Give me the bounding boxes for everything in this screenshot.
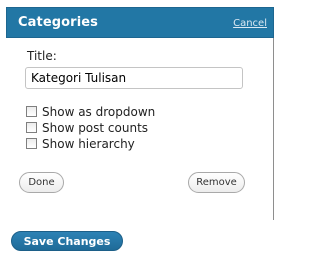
show-hierarchy-option[interactable]: Show hierarchy bbox=[26, 136, 135, 151]
show-post-counts-checkbox[interactable] bbox=[26, 122, 37, 133]
save-changes-button[interactable]: Save Changes bbox=[11, 231, 123, 251]
title-input[interactable] bbox=[25, 67, 243, 89]
widget-header: Categories Cancel bbox=[6, 7, 274, 38]
show-hierarchy-label[interactable]: Show hierarchy bbox=[42, 137, 135, 151]
done-button[interactable]: Done bbox=[19, 172, 64, 193]
cancel-link[interactable]: Cancel bbox=[233, 18, 267, 29]
widget-title: Categories bbox=[18, 15, 99, 30]
show-post-counts-label[interactable]: Show post counts bbox=[42, 121, 148, 135]
show-as-dropdown-label[interactable]: Show as dropdown bbox=[42, 105, 155, 119]
title-field-label: Title: bbox=[27, 49, 57, 63]
remove-button[interactable]: Remove bbox=[188, 172, 245, 193]
show-as-dropdown-checkbox[interactable] bbox=[26, 106, 37, 117]
page: Categories Cancel Title: Show as dropdow… bbox=[0, 0, 279, 258]
show-hierarchy-checkbox[interactable] bbox=[26, 138, 37, 149]
show-as-dropdown-option[interactable]: Show as dropdown bbox=[26, 104, 155, 119]
widget-body: Title: Show as dropdown Show post counts… bbox=[7, 38, 273, 220]
show-post-counts-option[interactable]: Show post counts bbox=[26, 120, 148, 135]
